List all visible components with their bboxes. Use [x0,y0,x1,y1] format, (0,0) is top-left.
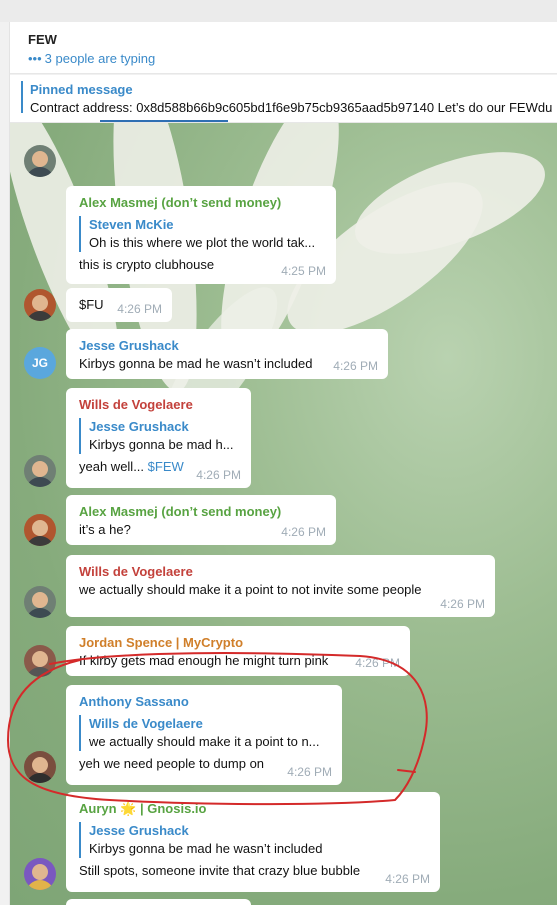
avatar[interactable] [24,645,56,677]
chat-header[interactable]: FEW ••• 3 people are typing [10,22,557,74]
message-text: Still spots, someone invite that crazy b… [79,863,361,878]
reply-sender: Jesse Grushack [89,419,189,434]
reply-sender: Jesse Grushack [89,823,189,838]
cashtag-link[interactable]: $FEW [148,459,184,474]
reply-sender: Wills de Vogelaere [89,716,203,731]
avatar[interactable] [24,858,56,890]
message-time: 4:26 PM [440,597,485,611]
avatar[interactable] [24,145,56,177]
message-bubble[interactable]: Anthony Sassano Wills de Vogelaere we ac… [66,685,342,785]
reply-sender: Steven McKie [89,217,174,232]
avatar[interactable] [24,514,56,546]
reply-quote[interactable]: Jesse Grushack Kirbys gonna be mad he wa… [79,822,427,858]
message-text: we actually should make it a point to no… [79,582,422,597]
message-time: 4:26 PM [333,359,378,373]
message-text: Kirbys gonna be mad he wasn’t included [79,356,313,371]
sender-name[interactable]: Alex Masmej (don’t send money) [79,194,323,212]
message-bubble[interactable]: Jesse Grushack Kirbys gonna be mad he wa… [66,329,388,379]
avatar[interactable] [24,289,56,321]
message-bubble[interactable]: Jordan Spence | MyCrypto If kirby gets m… [66,626,410,676]
avatar[interactable] [24,751,56,783]
sender-name[interactable]: Wills de Vogelaere [79,563,482,581]
message-time: 4:26 PM [281,525,326,539]
message-time: 4:25 PM [281,264,326,278]
sidebar-edge [0,22,10,905]
message-bubble[interactable]: Alex Masmej (don’t send money) it’s a he… [66,495,336,545]
message-time: 4:26 PM [355,656,400,670]
sender-name[interactable]: Alex Masmej (don’t send money) [79,503,323,521]
star-emoji-icon: 🌟 [120,801,137,816]
typing-indicator: ••• 3 people are typing [28,51,155,66]
pinned-message-bar[interactable]: Pinned message Contract address: 0x8d588… [10,75,557,123]
sender-name[interactable]: Jesse Grushack [79,337,375,355]
pinned-accent-bar [21,81,23,113]
pinned-scroll-indicator [100,120,228,122]
reply-quote[interactable]: Jesse Grushack Kirbys gonna be mad h... [79,418,238,454]
message-bubble-partial[interactable] [66,899,251,905]
chat-title: FEW [28,32,57,47]
sender-name[interactable]: Jordan Spence | MyCrypto [79,634,397,652]
reply-text: Oh is this where we plot the world tak..… [89,235,316,250]
window-top-bar [0,0,557,22]
message-bubble[interactable]: Alex Masmej (don’t send money) Steven Mc… [66,186,336,284]
reply-quote[interactable]: Wills de Vogelaere we actually should ma… [79,715,329,751]
message-text: If kirby gets mad enough he might turn p… [79,653,329,668]
sender-name[interactable]: Wills de Vogelaere [79,396,238,414]
message-bubble[interactable]: Wills de Vogelaere Jesse Grushack Kirbys… [66,388,251,488]
avatar[interactable] [24,455,56,487]
reply-quote[interactable]: Steven McKie Oh is this where we plot th… [79,216,323,252]
message-time: 4:26 PM [196,468,241,482]
message-bubble[interactable]: Auryn 🌟 | Gnosis.io Jesse Grushack Kirby… [66,792,440,892]
typing-dots-icon: ••• [28,51,42,66]
pinned-title: Pinned message [30,82,133,97]
message-bubble[interactable]: Wills de Vogelaere we actually should ma… [66,555,495,617]
reply-text: Kirbys gonna be mad h... [89,437,234,452]
sender-name[interactable]: Auryn 🌟 | Gnosis.io [79,800,427,818]
message-time: 4:26 PM [287,765,332,779]
reply-text: we actually should make it a point to n.… [89,734,320,749]
pinned-text: Contract address: 0x8d588b66b9c605bd1f6e… [30,100,553,115]
message-time: 4:26 PM [117,302,162,316]
reply-text: Kirbys gonna be mad he wasn’t included [89,841,323,856]
avatar[interactable] [24,586,56,618]
message-time: 4:26 PM [385,872,430,886]
message-bubble[interactable]: $FU 4:26 PM [66,288,172,322]
typing-status: 3 people are typing [44,51,156,66]
sender-name[interactable]: Anthony Sassano [79,693,329,711]
avatar-initials[interactable]: JG [24,347,56,379]
